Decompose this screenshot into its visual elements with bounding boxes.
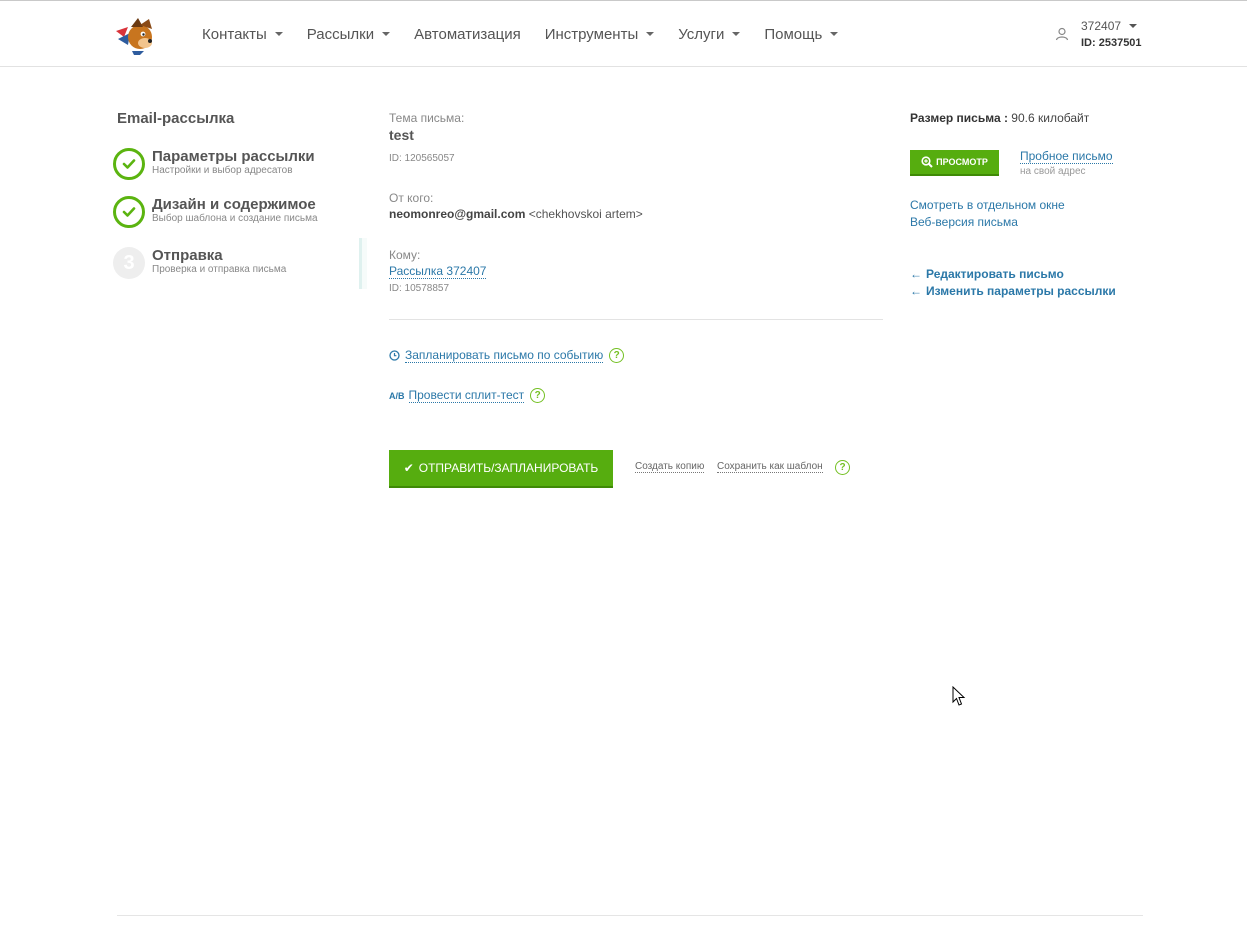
size-value: 90.6 килобайт (1011, 111, 1090, 125)
help-icon[interactable]: ? (835, 460, 850, 475)
nav-automation[interactable]: Автоматизация (402, 1, 533, 67)
help-icon[interactable]: ? (530, 388, 546, 403)
step-number: 3 (113, 247, 145, 279)
divider (389, 319, 883, 320)
step-subtitle: Выбор шаблона и создание письма (152, 213, 318, 224)
nav-help[interactable]: Помощь (752, 1, 850, 67)
step-title: Параметры рассылки (152, 148, 315, 165)
caret-down-icon (646, 32, 655, 36)
open-separate-window-link[interactable]: Смотреть в отдельном окне (910, 198, 1065, 212)
email-size: Размер письма : 90.6 килобайт (910, 111, 1089, 125)
help-icon[interactable]: ? (609, 348, 625, 363)
footer-divider (117, 915, 1143, 916)
step-subtitle: Настройки и выбор адресатов (152, 165, 293, 176)
logo-dog-icon[interactable] (114, 15, 158, 55)
user-id: ID: 2537501 (1081, 37, 1142, 49)
send-schedule-button[interactable]: ✔ ОТПРАВИТЬ/ЗАПЛАНИРОВАТЬ (389, 450, 613, 488)
check-circle-icon (113, 196, 145, 228)
to-label: Кому: (389, 248, 421, 262)
user-icon (1055, 27, 1069, 41)
caret-down-icon (732, 32, 741, 36)
nav-services[interactable]: Услуги (666, 1, 752, 67)
preview-button[interactable]: ПРОСМОТР (910, 150, 999, 176)
web-version-link[interactable]: Веб-версия письма (910, 215, 1018, 229)
change-params-link[interactable]: ← Изменить параметры рассылки (910, 284, 1116, 298)
caret-down-icon (274, 32, 283, 36)
nav-tools[interactable]: Инструменты (533, 1, 667, 67)
subject-label: Тема письма: (389, 111, 465, 125)
caret-down-icon (382, 32, 391, 36)
split-test-link[interactable]: Провести сплит-тест (408, 388, 525, 403)
trial-email-link[interactable]: Пробное письмо (1020, 149, 1113, 164)
step-subtitle: Проверка и отправка письма (152, 264, 287, 275)
to-list-link[interactable]: Рассылка 372407 (389, 264, 487, 279)
sidebar-title: Email-рассылка (117, 110, 235, 127)
save-template-link[interactable]: Сохранить как шаблон (717, 461, 823, 473)
caret-down-icon (830, 32, 839, 36)
nav-mailings[interactable]: Рассылки (295, 1, 402, 67)
from-label: От кого: (389, 191, 434, 205)
ab-test-icon: A/B (389, 390, 405, 401)
to-id: ID: 10578857 (389, 283, 450, 294)
check-circle-icon (113, 148, 145, 180)
arrow-left-icon: ← (910, 267, 922, 281)
step-send: 3 Отправка Проверка и отправка письма (113, 247, 286, 279)
user-menu[interactable]: 372407 ID: 2537501 (1081, 19, 1142, 49)
schedule-event-row: Запланировать письмо по событию ? (389, 348, 625, 363)
subject-id: ID: 120565057 (389, 153, 455, 164)
create-copy-link[interactable]: Создать копию (635, 461, 705, 473)
from-name: <chekhovskoi artem> (528, 207, 643, 221)
mouse-cursor-icon (952, 685, 966, 707)
step-title: Дизайн и содержимое (152, 196, 316, 213)
from-value: neomonreo@gmail.com <chekhovskoi artem> (389, 207, 643, 221)
arrow-left-icon: ← (910, 284, 922, 298)
nav-contacts[interactable]: Контакты (190, 1, 295, 67)
caret-down-icon (1129, 24, 1138, 28)
step-design[interactable]: Дизайн и содержимое Выбор шаблона и созд… (113, 196, 318, 228)
header: Контакты Рассылки Автоматизация Инструме… (0, 1, 1247, 67)
step-parameters[interactable]: Параметры рассылки Настройки и выбор адр… (113, 148, 315, 180)
subject-value: test (389, 127, 414, 143)
clock-icon (389, 350, 400, 361)
step-title: Отправка (152, 247, 223, 264)
main-nav: Контакты Рассылки Автоматизация Инструме… (190, 1, 850, 67)
user-name: 372407 (1081, 19, 1122, 33)
zoom-in-icon (921, 156, 933, 168)
active-step-indicator (356, 238, 367, 289)
split-test-row: A/B Провести сплит-тест ? (389, 388, 546, 403)
from-email: neomonreo@gmail.com (389, 207, 526, 221)
edit-email-link[interactable]: ← Редактировать письмо (910, 267, 1064, 281)
trial-email-subtitle: на свой адрес (1020, 166, 1086, 177)
schedule-event-link[interactable]: Запланировать письмо по событию (405, 348, 604, 363)
size-label: Размер письма : (910, 111, 1008, 125)
check-icon: ✔ (403, 461, 414, 475)
